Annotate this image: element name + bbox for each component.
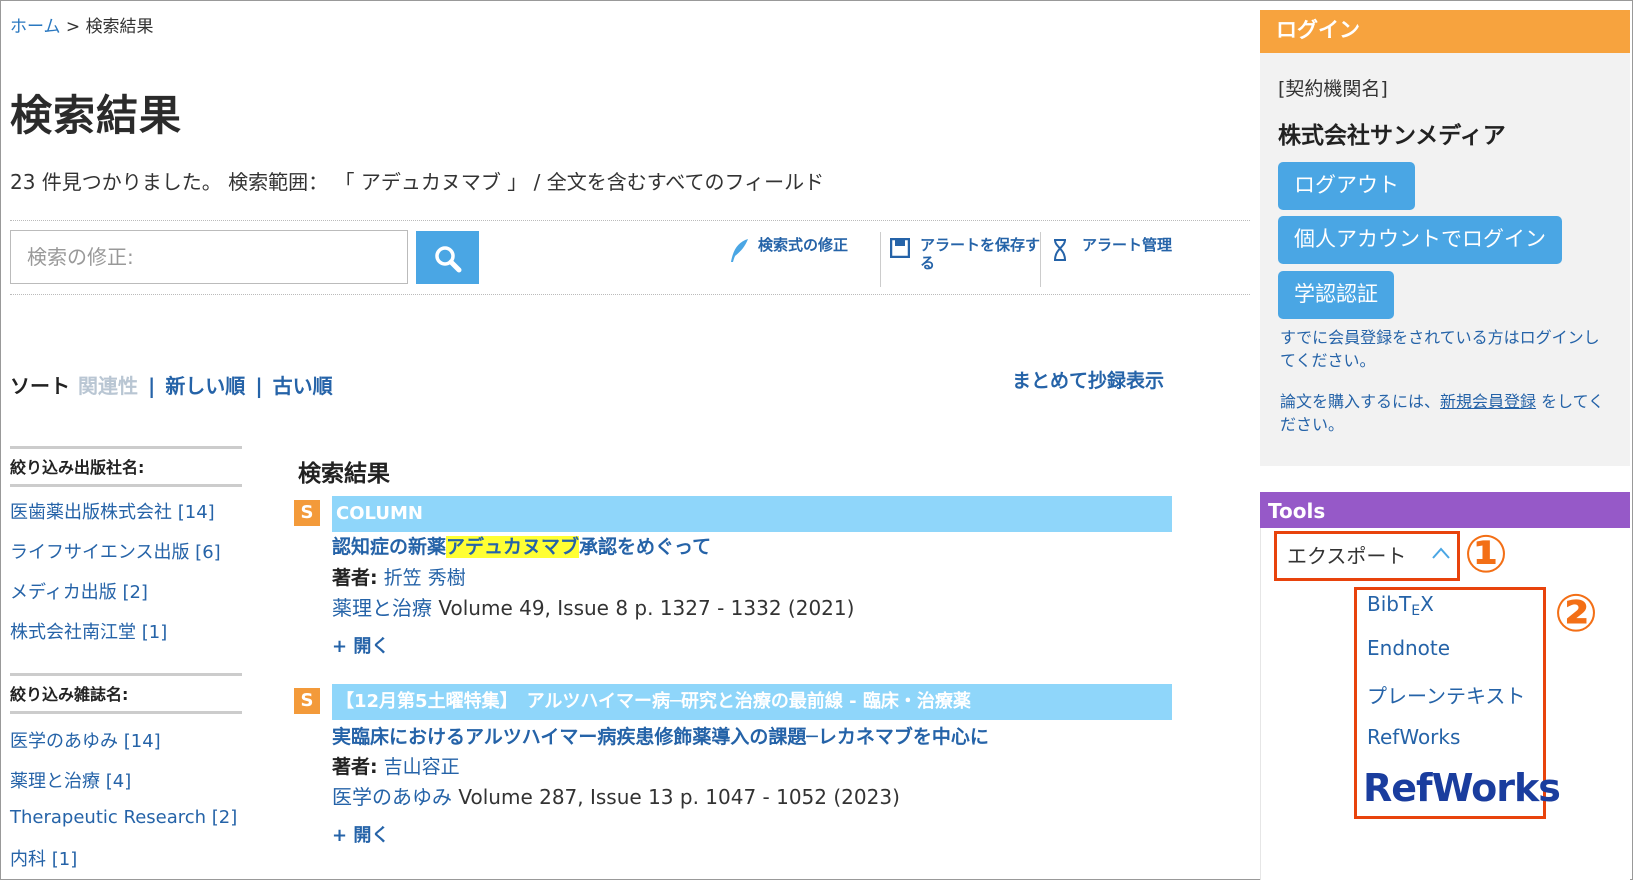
result-source: 医学のあゆみ Volume 287, Issue 13 p. 1047 - 10… (332, 781, 900, 810)
register-note-text: 論文を購入するには、 (1280, 392, 1441, 411)
login-panel: ログイン [契約機関名] 株式会社サンメディア ログアウト 個人アカウントでログ… (1260, 10, 1630, 466)
author-label: 著者: (332, 567, 378, 589)
login-note: すでに会員登録をされている方はログインしてください。 (1280, 328, 1600, 370)
export-endnote[interactable]: Endnote (1367, 636, 1450, 660)
bulk-abstract-link[interactable]: まとめて抄録表示 (1012, 366, 1164, 393)
toolbar-divider (1040, 232, 1041, 287)
sort-label: ソート (10, 374, 70, 398)
export-label: エクスポート (1287, 544, 1407, 568)
breadcrumb: ホーム > 検索結果 (10, 12, 154, 37)
alert-manage-label: アラート管理 (1082, 236, 1173, 254)
save-alert-label: アラートを保存す (920, 236, 1041, 254)
refworks-logo-button[interactable]: RefWorks (1363, 766, 1561, 810)
tools-header: Tools (1260, 492, 1630, 528)
divider-bottom (10, 294, 1250, 295)
subscription-badge: S (294, 688, 320, 714)
export-toggle[interactable]: エクスポート (1274, 531, 1460, 581)
bibtex-text: BibT (1367, 592, 1412, 616)
org-name: 株式会社サンメディア (1278, 123, 1506, 149)
author-link[interactable]: 折笠 秀樹 (384, 567, 466, 589)
result-title-text: 承認をめぐって (579, 536, 712, 558)
modify-search-button[interactable]: 検索式の修正 (728, 236, 858, 276)
facet-publisher-item[interactable]: 医歯薬出版株式会社 [14] (10, 498, 215, 524)
search-term-highlight: アデュカヌマブ (446, 536, 580, 558)
export-options-list: BibTEX Endnote プレーンテキスト RefWorks RefWork… (1354, 587, 1561, 819)
breadcrumb-home-link[interactable]: ホーム (10, 17, 61, 37)
toolbar-divider (880, 232, 881, 287)
subscription-badge: S (294, 500, 320, 526)
author-label: 著者: (332, 756, 378, 778)
logout-button[interactable]: ログアウト (1278, 162, 1415, 210)
save-alert-label-wrap: る (920, 254, 936, 272)
results-heading: 検索結果 (298, 461, 390, 487)
facet-publisher-item[interactable]: ライフサイエンス出版 [6] (10, 538, 221, 564)
modify-search-label: 検索式の修正 (758, 236, 849, 254)
sort-relevance: 関連性 (78, 374, 138, 398)
result-source: 薬理と治療 Volume 49, Issue 8 p. 1327 - 1332 … (332, 592, 854, 621)
sort-oldest-link[interactable]: 古い順 (273, 374, 333, 398)
facet-journal-item[interactable]: 薬理と治療 [4] (10, 767, 131, 793)
save-alert-button[interactable]: アラートを保存す る (890, 236, 1050, 276)
result-section-bar: 【12月第5土曜特集】 アルツハイマー病─研究と治療の最前線 - 臨床・治療薬 (332, 684, 1172, 720)
facet-publisher-title: 絞り込み出版社名: (10, 446, 242, 487)
sort-separator: | (255, 374, 263, 398)
expand-abstract-button[interactable]: + 開く (332, 632, 389, 658)
facet-publisher-item[interactable]: メディカ出版 [2] (10, 578, 148, 604)
citation-text: Volume 287, Issue 13 p. 1047 - 1052 (202… (452, 785, 900, 809)
save-icon (890, 238, 910, 258)
facet-journal-item[interactable]: 医学のあゆみ [14] (10, 727, 161, 753)
bibtex-text: X (1420, 592, 1434, 616)
journal-link[interactable]: 薬理と治療 (332, 596, 432, 620)
sort-bar: ソート 関連性 | 新しい順 | 古い順 (10, 370, 333, 399)
facet-journal-item[interactable]: 内科 [1] (10, 845, 77, 871)
breadcrumb-current: 検索結果 (85, 17, 154, 37)
login-header: ログイン (1260, 10, 1630, 53)
register-link[interactable]: 新規会員登録 (1440, 392, 1536, 411)
export-plain-text[interactable]: プレーンテキスト (1367, 680, 1525, 709)
search-summary: 23 件見つかりました。 検索範囲： 「 アデュカヌマブ 」 / 全文を含むすべ… (10, 170, 825, 194)
alert-manage-button[interactable]: アラート管理 (1052, 236, 1192, 276)
divider-top (10, 220, 1250, 221)
result-author: 著者: 折笠 秀樹 (332, 563, 466, 590)
bibtex-text: E (1411, 603, 1421, 619)
result-title-link[interactable]: 認知症の新薬アデュカヌマブ承認をめぐって (332, 532, 711, 559)
citation-text: Volume 49, Issue 8 p. 1327 - 1332 (2021) (432, 596, 855, 620)
academic-auth-button[interactable]: 学認認証 (1278, 271, 1394, 319)
hourglass-icon (1054, 239, 1066, 261)
facet-journal-item[interactable]: Therapeutic Research [2] (10, 807, 237, 828)
search-input[interactable] (10, 230, 408, 284)
quill-icon (731, 239, 748, 262)
export-refworks[interactable]: RefWorks (1367, 725, 1460, 749)
journal-link[interactable]: 医学のあゆみ (332, 785, 452, 809)
annotation-marker-2: ② (1554, 584, 1599, 644)
result-section-bar: COLUMN (332, 496, 1172, 532)
result-author: 著者: 吉山容正 (332, 752, 460, 779)
sort-newest-link[interactable]: 新しい順 (165, 374, 245, 398)
sort-separator: | (148, 374, 156, 398)
author-link[interactable]: 吉山容正 (384, 756, 460, 778)
result-title-text: 認知症の新薬 (332, 536, 447, 558)
result-title-link[interactable]: 実臨床におけるアルツハイマー病疾患修飾薬導入の課題─レカネマブを中心に (332, 722, 989, 749)
page-title: 検索結果 (10, 91, 183, 140)
search-button[interactable] (416, 231, 479, 284)
register-note: 論文を購入するには、新規会員登録 をしてください。 (1280, 390, 1610, 436)
breadcrumb-separator: > (65, 17, 81, 37)
facet-publisher-item[interactable]: 株式会社南江堂 [1] (10, 618, 167, 644)
personal-login-button[interactable]: 個人アカウントでログイン (1278, 216, 1562, 264)
expand-abstract-button[interactable]: + 開く (332, 821, 389, 847)
search-icon (435, 246, 462, 273)
chevron-up-icon (1432, 547, 1450, 559)
export-bibtex[interactable]: BibTEX (1367, 592, 1434, 619)
facet-journal-title: 絞り込み雑誌名: (10, 673, 242, 714)
org-label: [契約機関名] (1278, 78, 1388, 100)
annotation-marker-1: ① (1464, 525, 1509, 585)
